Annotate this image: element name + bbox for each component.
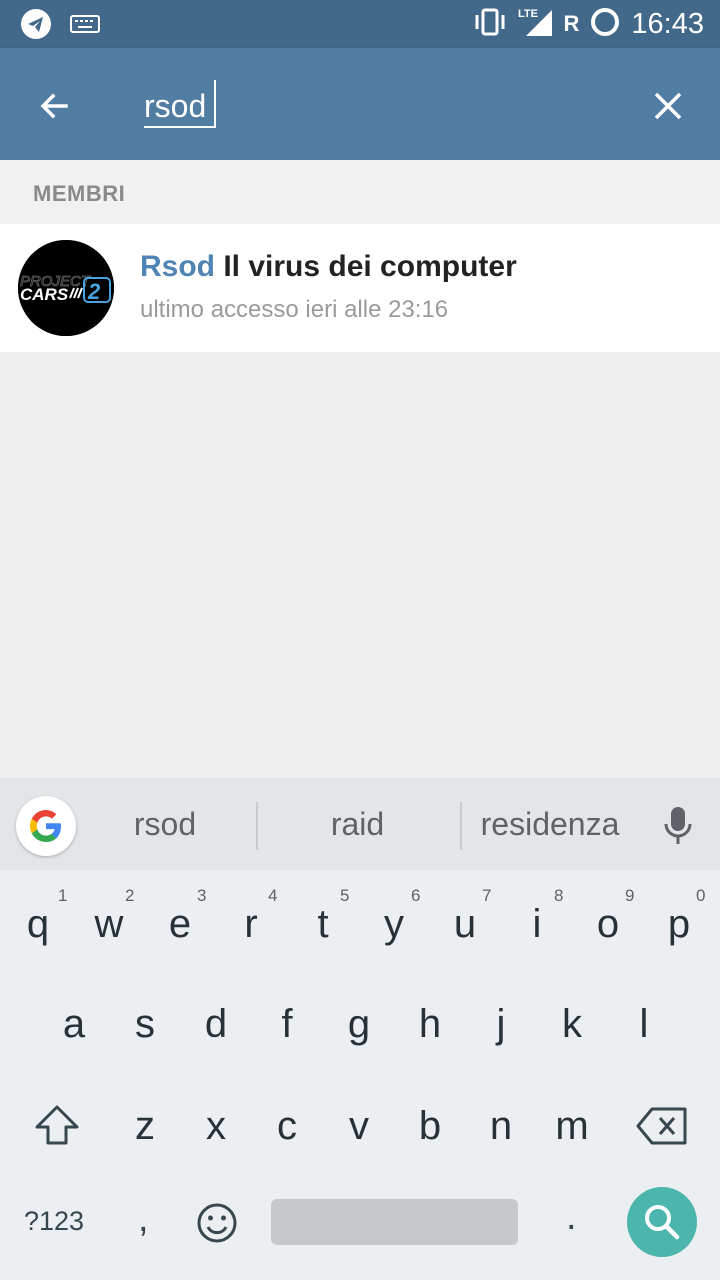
- search-icon: [645, 1205, 680, 1240]
- avatar-text-2: 2: [87, 279, 101, 304]
- section-header: MEMBRI: [0, 160, 720, 224]
- key-t[interactable]: t: [293, 902, 353, 947]
- period-key[interactable]: .: [566, 1196, 577, 1239]
- key-hint: 2: [125, 886, 135, 905]
- key-hint: 4: [268, 886, 278, 905]
- emoji-icon: [197, 1203, 237, 1243]
- search-action-key[interactable]: [627, 1187, 697, 1257]
- status-time: 16:43: [631, 7, 704, 40]
- symbols-key[interactable]: ?123: [24, 1206, 84, 1237]
- key-m[interactable]: m: [542, 1104, 602, 1149]
- key-s[interactable]: s: [115, 1002, 175, 1047]
- suggestion-divider: [460, 802, 462, 850]
- comma-key[interactable]: ,: [138, 1198, 149, 1241]
- member-name-highlight: Rsod: [140, 250, 215, 283]
- text-caret: [214, 80, 216, 126]
- key-w[interactable]: w: [79, 902, 139, 947]
- key-v[interactable]: v: [329, 1104, 389, 1149]
- telegram-icon: [20, 8, 52, 45]
- member-last-seen: ultimo accesso ieri alle 23:16: [140, 296, 449, 323]
- shift-icon: [35, 1105, 79, 1145]
- roaming-indicator: R: [563, 11, 580, 36]
- svg-text:LTE: LTE: [518, 8, 538, 20]
- backspace-key[interactable]: [636, 1106, 688, 1151]
- google-icon: [30, 810, 61, 842]
- avatar-text-cars: CARS: [20, 285, 69, 304]
- backspace-icon: [636, 1107, 687, 1145]
- key-x[interactable]: x: [186, 1104, 246, 1149]
- signal-icon: LTE: [518, 6, 554, 43]
- key-a[interactable]: a: [44, 1002, 104, 1047]
- key-i[interactable]: i: [507, 902, 567, 947]
- keyboard-icon: [70, 14, 100, 39]
- suggestion-1[interactable]: rsod: [110, 806, 220, 843]
- member-name-rest: Il virus dei computer: [215, 250, 517, 283]
- arrow-back-icon: [40, 93, 68, 119]
- key-hint: 7: [482, 886, 492, 905]
- avatar: PROJECT CARS 2: [18, 240, 114, 336]
- key-hint: 1: [58, 886, 68, 905]
- key-hint: 0: [696, 886, 706, 905]
- key-y[interactable]: y: [364, 902, 424, 947]
- microphone-icon: [664, 807, 692, 844]
- google-button[interactable]: [16, 796, 76, 856]
- vibrate-icon: [472, 7, 508, 42]
- key-c[interactable]: c: [257, 1104, 317, 1149]
- close-icon: [654, 92, 682, 120]
- section-title: MEMBRI: [33, 181, 126, 206]
- soft-keyboard: rsod raid residenza q 1 w 2 e 3 r 4 t 5 …: [0, 778, 720, 1280]
- member-result-row[interactable]: PROJECT CARS 2 Rsod Il virus dei compute…: [0, 224, 720, 352]
- shift-key[interactable]: [34, 1104, 80, 1151]
- search-text-underline: [144, 126, 216, 128]
- key-p[interactable]: p: [649, 902, 709, 947]
- voice-input-button[interactable]: [658, 804, 698, 848]
- suggestion-3[interactable]: residenza: [470, 806, 630, 843]
- key-l[interactable]: l: [614, 1002, 674, 1047]
- key-hint: 6: [411, 886, 421, 905]
- search-app-bar: [0, 48, 720, 160]
- suggestion-2[interactable]: raid: [300, 806, 415, 843]
- search-input[interactable]: [144, 84, 584, 128]
- key-z[interactable]: z: [115, 1104, 175, 1149]
- key-e[interactable]: e: [150, 902, 210, 947]
- key-hint: 8: [554, 886, 564, 905]
- key-hint: 3: [197, 886, 207, 905]
- key-h[interactable]: h: [400, 1002, 460, 1047]
- key-hint: 5: [340, 886, 350, 905]
- key-f[interactable]: f: [257, 1002, 317, 1047]
- suggestion-divider: [256, 802, 258, 850]
- key-hint: 9: [625, 886, 635, 905]
- back-button[interactable]: [26, 78, 82, 134]
- key-o[interactable]: o: [578, 902, 638, 947]
- emoji-key[interactable]: [196, 1202, 238, 1249]
- key-n[interactable]: n: [471, 1104, 531, 1149]
- key-r[interactable]: r: [221, 902, 281, 947]
- member-name: Rsod Il virus dei computer: [140, 250, 517, 284]
- space-key[interactable]: [271, 1199, 518, 1245]
- battery-icon: [589, 6, 621, 43]
- key-k[interactable]: k: [542, 1002, 602, 1047]
- key-d[interactable]: d: [186, 1002, 246, 1047]
- key-b[interactable]: b: [400, 1104, 460, 1149]
- status-bar: LTE R 16:43: [0, 0, 720, 48]
- key-q[interactable]: q: [8, 902, 68, 947]
- clear-search-button[interactable]: [640, 78, 696, 134]
- key-j[interactable]: j: [471, 1002, 531, 1047]
- suggestion-bar: rsod raid residenza: [0, 778, 720, 870]
- key-g[interactable]: g: [329, 1002, 389, 1047]
- key-u[interactable]: u: [435, 902, 495, 947]
